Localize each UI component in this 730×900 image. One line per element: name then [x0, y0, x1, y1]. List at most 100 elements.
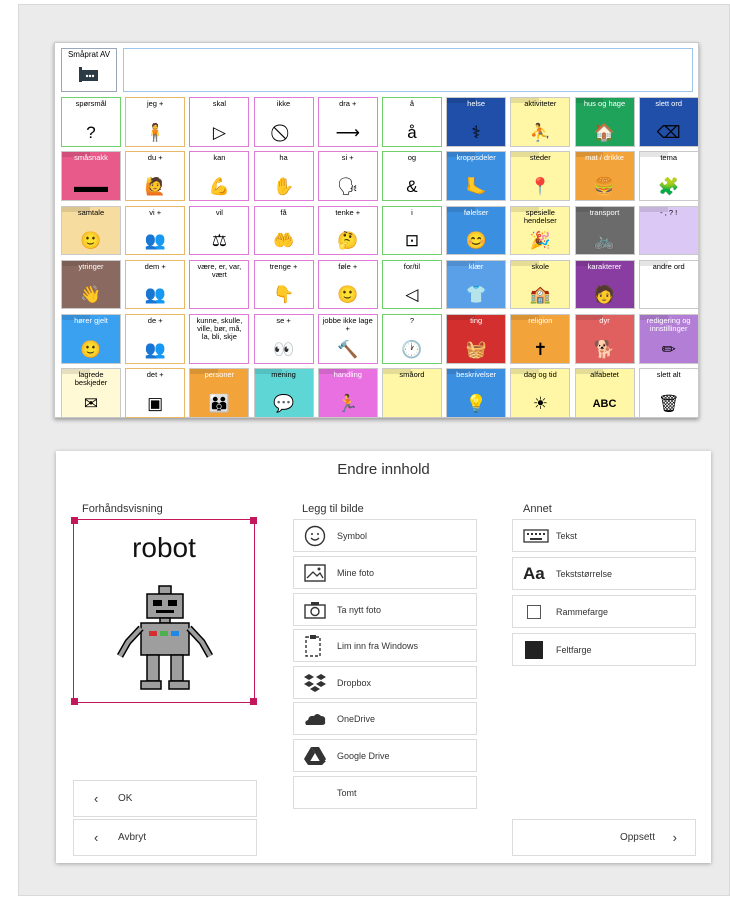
smalltalk-toggle-button[interactable]: Småprat AV	[61, 48, 117, 92]
grid-cell-label: andre ord	[652, 261, 685, 271]
resize-handle-top-right[interactable]	[250, 517, 257, 524]
grid-cell[interactable]: alfabetet ABC	[574, 368, 635, 418]
grid-cell[interactable]: tenke + 🤔	[317, 205, 378, 256]
resize-handle-bottom-right[interactable]	[250, 698, 257, 705]
grid-cell[interactable]: slett alt 🗑	[638, 368, 699, 418]
preview-word: robot	[132, 532, 196, 563]
text-size-button[interactable]: Aa Tekststørrelse	[512, 557, 696, 590]
grid-cell[interactable]: jobbe ikke lage + 🔨	[317, 314, 378, 364]
grid-cell[interactable]: spørsmål?	[61, 97, 121, 147]
grid-cell-symbol-icon: 👕	[465, 285, 487, 305]
grid-cell[interactable]: det + ▣	[125, 368, 186, 418]
grid-cell[interactable]: mat / drikke 🍔	[574, 151, 635, 201]
grid-cell[interactable]: åå	[381, 97, 442, 147]
my-photos-button[interactable]: Mine foto	[293, 556, 477, 589]
resize-handle-top-left[interactable]	[71, 517, 78, 524]
grid-cell[interactable]: og &	[381, 151, 442, 201]
grid-cell[interactable]: ha ✋	[253, 151, 314, 201]
grid-cell-label: aktiviteter	[524, 99, 557, 108]
grid-cell[interactable]: ting 🧺	[446, 314, 507, 364]
resize-handle-bottom-left[interactable]	[71, 698, 78, 705]
grid-cell[interactable]: du + 🙋	[125, 151, 186, 201]
take-photo-button[interactable]: Ta nytt foto	[293, 593, 477, 626]
grid-cell[interactable]: ? 🕐	[381, 314, 442, 364]
grid-cell-label: redigering og innstillinger	[646, 316, 691, 334]
grid-cell[interactable]: karakterer 🧑	[574, 259, 635, 310]
grid-cell[interactable]: småsnakk ▬▬	[61, 151, 121, 201]
grid-cell[interactable]: jeg + 🧍	[125, 97, 186, 147]
text-button[interactable]: Tekst	[512, 519, 696, 552]
grid-cell[interactable]: vil ⚖	[189, 205, 250, 256]
grid-cell[interactable]: følelser 😊	[446, 205, 507, 256]
grid-cell[interactable]: dem + 👥	[125, 259, 186, 310]
grid-cell[interactable]: kunne, skulle, ville, bør, må, la, bli, …	[189, 314, 250, 364]
grid-cell-symbol-icon: ✋	[272, 176, 295, 196]
grid-cell[interactable]: kroppsdeler 🦶	[446, 151, 507, 201]
grid-cell[interactable]: - , ? !	[638, 205, 699, 256]
grid-cell[interactable]: skal ▷	[189, 97, 250, 147]
grid-cell[interactable]: slett ord ⌫	[638, 97, 699, 147]
grid-cell[interactable]: handling 🏃	[317, 368, 378, 418]
grid-cell[interactable]: lagrede beskjeder ✉	[61, 368, 121, 418]
grid-cell[interactable]: trenge + 👇	[253, 259, 314, 310]
grid-cell[interactable]: i ⊡	[381, 205, 442, 256]
grid-cell[interactable]: andre ord	[638, 259, 699, 310]
grid-cell[interactable]: vi + 👥	[125, 205, 186, 256]
grid-cell[interactable]: mening 💬	[253, 368, 314, 418]
grid-cell-symbol-icon: å	[407, 122, 417, 142]
grid-cell-symbol-icon: ⚕	[471, 122, 481, 142]
grid-cell-symbol-icon: ⌫	[656, 122, 681, 142]
grid-cell[interactable]: aktiviteter ⛹	[510, 97, 571, 147]
empty-button[interactable]: Tomt	[293, 776, 477, 809]
grid-cell-symbol-icon: 🗑	[657, 393, 680, 413]
grid-cell-label: steder	[529, 153, 551, 163]
grid-cell[interactable]: helse ⚕	[446, 97, 507, 147]
paste-from-windows-button[interactable]: Lim inn fra Windows	[293, 629, 477, 662]
grid-cell[interactable]: dra + ⟶	[317, 97, 378, 147]
take-photo-label: Ta nytt foto	[337, 604, 382, 615]
grid-cell-label: personer	[204, 370, 235, 380]
symbol-button[interactable]: Symbol	[293, 519, 477, 552]
grid-cell[interactable]: steder 📍	[510, 151, 571, 201]
grid-cell[interactable]: være, er, var, vært	[189, 259, 250, 310]
grid-cell[interactable]: få 🤲	[253, 205, 314, 256]
grid-cell-symbol-icon: 🏫	[529, 285, 551, 305]
google-drive-button[interactable]: Google Drive	[293, 739, 477, 772]
dropbox-button[interactable]: Dropbox	[293, 666, 477, 699]
grid-cell[interactable]: skole 🏫	[510, 259, 571, 310]
cell-preview: robot	[71, 517, 257, 705]
grid-cell-label: religion	[528, 316, 553, 326]
ok-button[interactable]: ‹ OK	[73, 780, 257, 817]
grid-cell[interactable]: ytringer 👋	[61, 259, 121, 310]
grid-cell[interactable]: hus og hage 🏠	[574, 97, 635, 147]
grid-cell[interactable]: religion ✝	[510, 314, 571, 364]
setup-button[interactable]: Oppsett ›	[512, 819, 696, 856]
grid-cell[interactable]: beskrivelser 💡	[446, 368, 507, 418]
grid-cell[interactable]: klær 👕	[446, 259, 507, 310]
message-bar[interactable]	[123, 48, 693, 92]
grid-cell[interactable]: føle + 🙂	[317, 259, 378, 310]
grid-cell[interactable]: redigering og innstillinger ✏	[638, 314, 699, 364]
border-color-label: Rammefarge	[556, 606, 609, 617]
grid-cell[interactable]: dyr 🐕	[574, 314, 635, 364]
grid-cell[interactable]: samtale 🙂	[61, 205, 121, 256]
grid-cell[interactable]: spesielle hendelser 🎉	[510, 205, 571, 256]
grid-cell[interactable]: transport 🚲	[574, 205, 635, 256]
grid-cell-symbol-icon: 🙂	[80, 231, 102, 251]
grid-cell-symbol-icon: 📍	[529, 176, 551, 196]
onedrive-button[interactable]: OneDrive	[293, 702, 477, 735]
grid-cell[interactable]: tema 🧩	[638, 151, 699, 201]
grid-cell[interactable]: si + 🗣	[317, 151, 378, 201]
grid-cell[interactable]: småord	[381, 368, 442, 418]
cancel-button[interactable]: ‹ Avbryt	[73, 819, 257, 856]
border-color-button[interactable]: Rammefarge	[512, 595, 696, 628]
grid-cell[interactable]: ikke⃠	[253, 97, 314, 147]
grid-cell[interactable]: for/til ◁	[381, 259, 442, 310]
grid-cell[interactable]: de + 👥	[125, 314, 186, 364]
grid-cell[interactable]: dag og tid ☀	[510, 368, 571, 418]
grid-cell[interactable]: hører gjelt 🙂	[61, 314, 121, 364]
grid-cell[interactable]: kan 💪	[189, 151, 250, 201]
grid-cell[interactable]: personer 👪	[189, 368, 250, 418]
fill-color-button[interactable]: Feltfarge	[512, 633, 696, 666]
grid-cell[interactable]: se + 👀	[253, 314, 314, 364]
